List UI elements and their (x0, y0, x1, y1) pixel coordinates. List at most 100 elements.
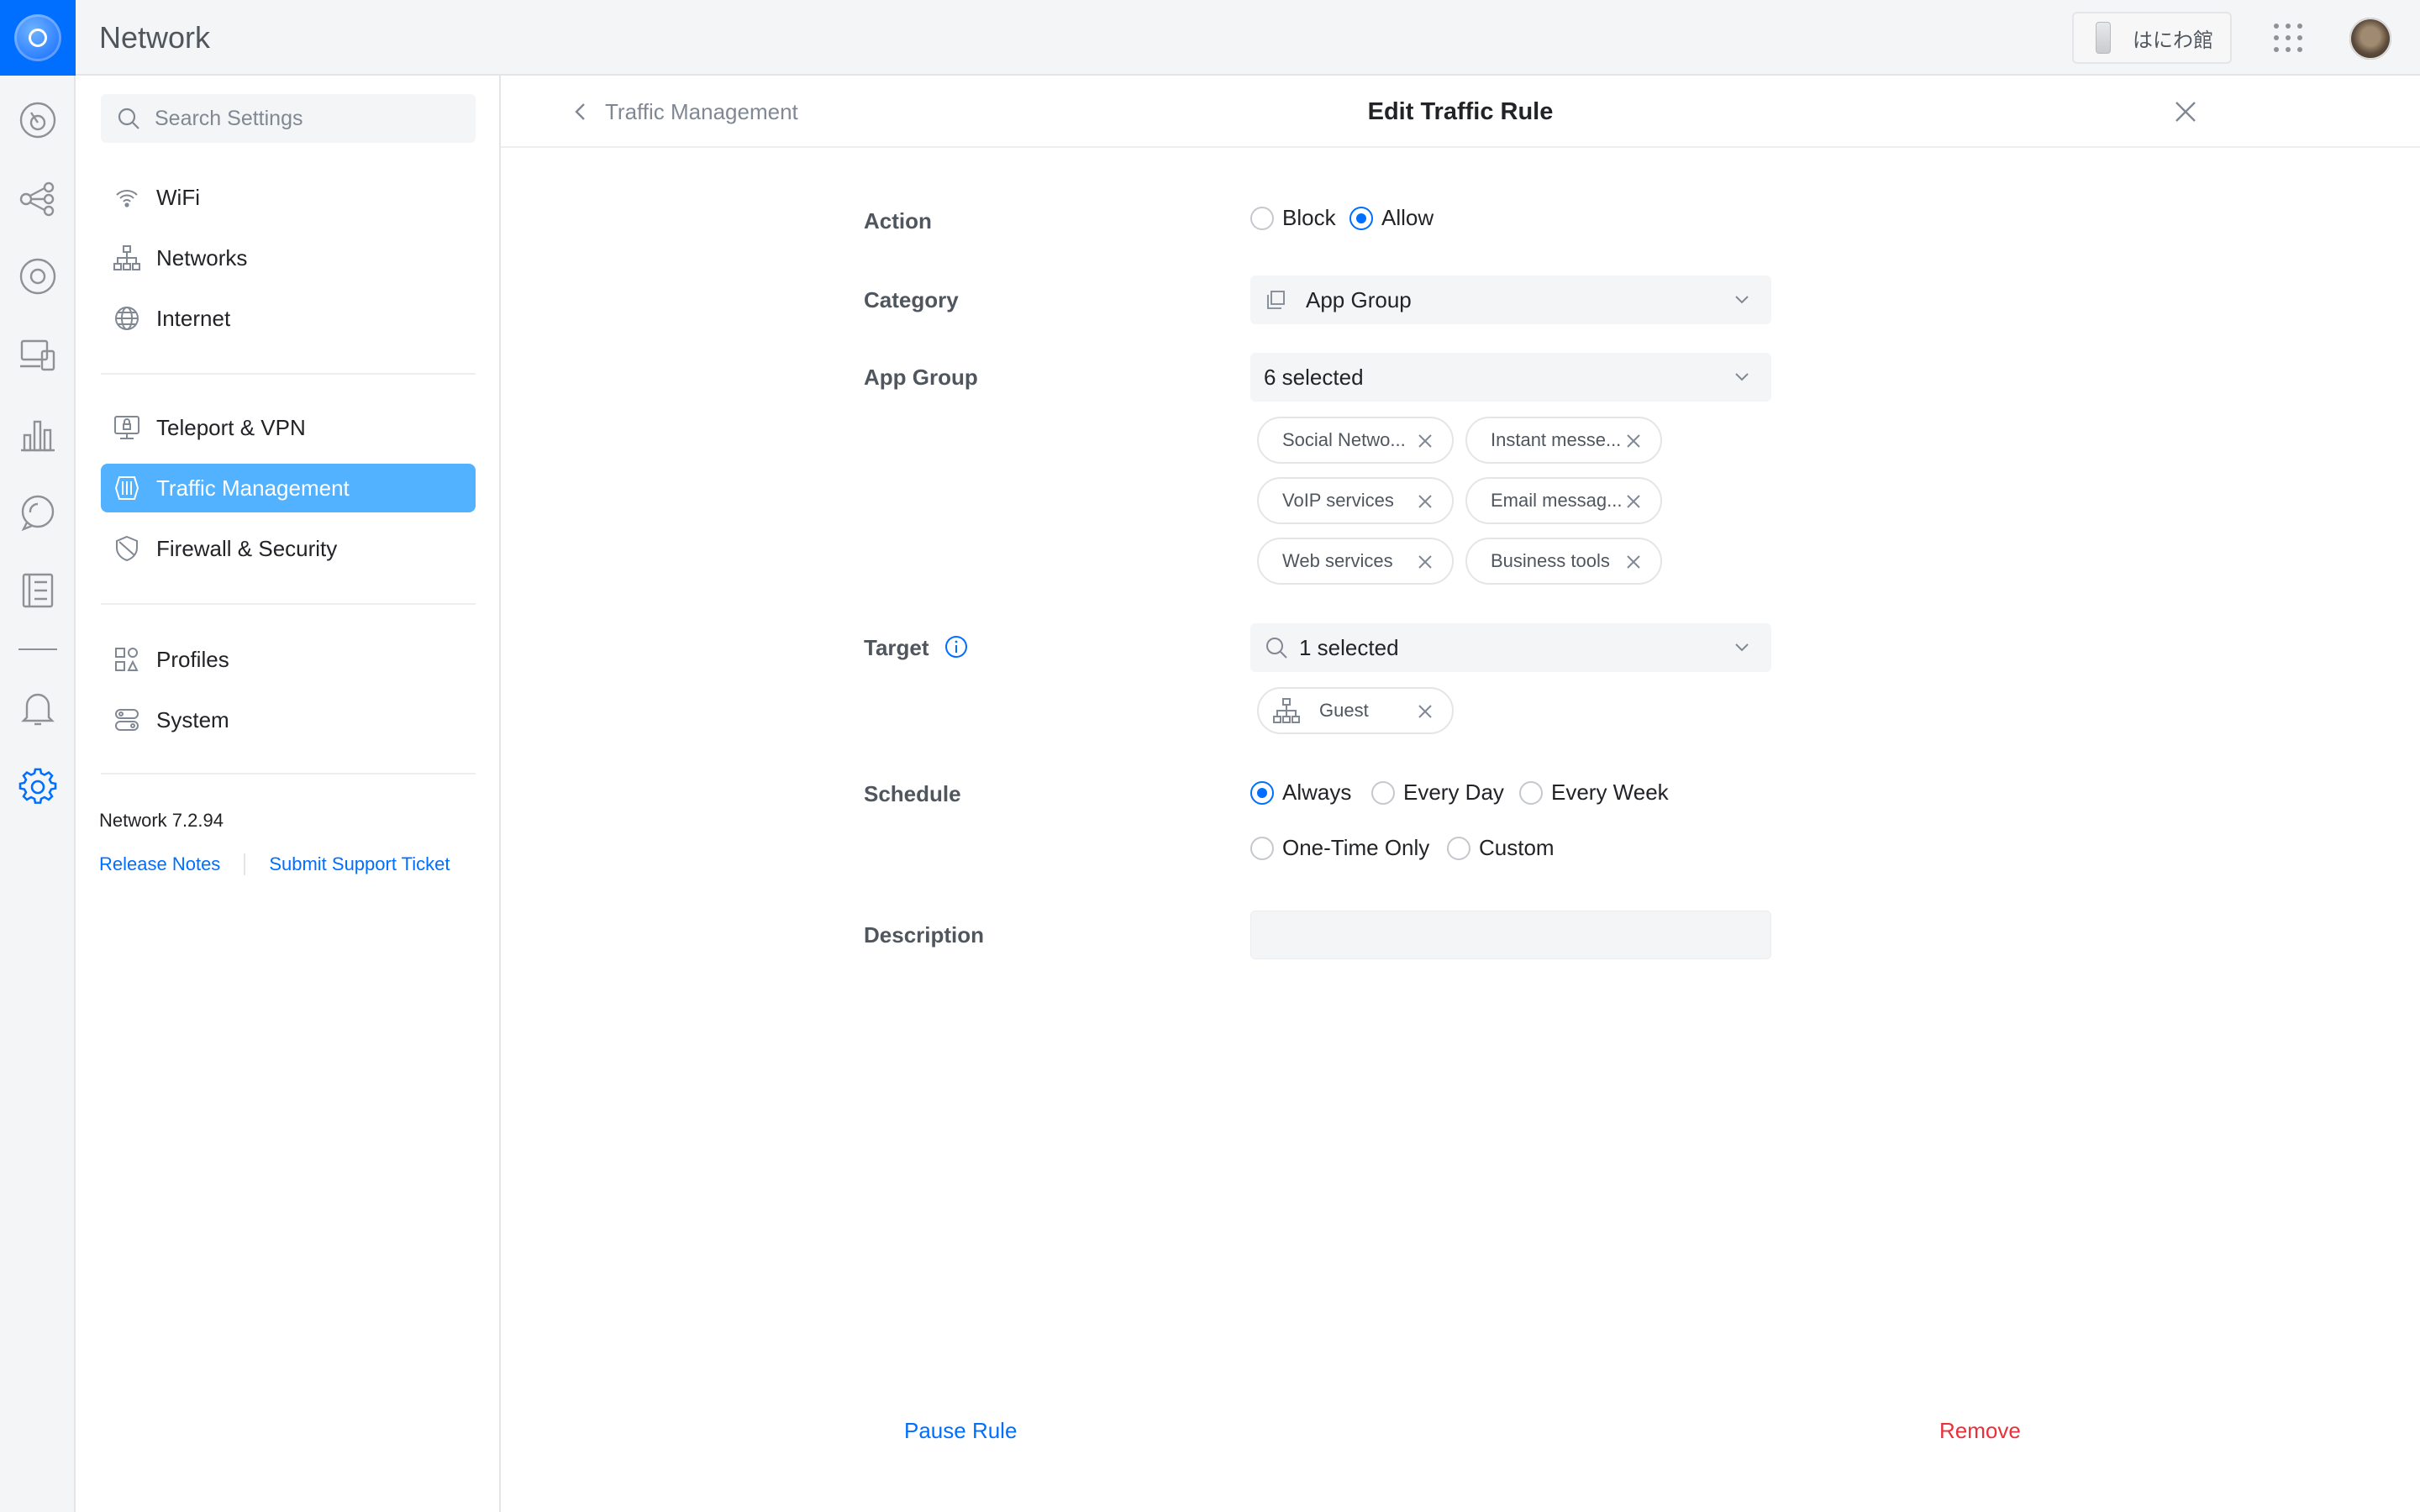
chip-label: Email messag... (1491, 490, 1623, 511)
app-group-chip: Web services (1257, 538, 1454, 585)
description-label: Description (864, 922, 985, 948)
schedule-custom-radio[interactable]: Custom (1447, 835, 1555, 861)
app-group-chip: Instant messe... (1465, 417, 1662, 464)
close-button[interactable] (2171, 97, 2200, 126)
networks-icon (113, 245, 140, 270)
networks-icon (1273, 698, 1300, 723)
chip-label: VoIP services (1282, 490, 1394, 511)
settings-icon[interactable] (18, 768, 57, 806)
remove-chip-button[interactable] (1417, 554, 1434, 570)
sidebar-item-profiles[interactable]: Profiles (101, 635, 476, 684)
radio-label: Custom (1479, 835, 1555, 860)
radio-indicator (1519, 780, 1543, 805)
globe-icon (115, 307, 139, 330)
search-input[interactable] (155, 106, 457, 131)
schedule-always-radio[interactable]: Always (1250, 780, 1351, 806)
action-allow-radio[interactable]: Allow (1349, 205, 1434, 231)
remove-rule-button[interactable]: Remove (1939, 1418, 2021, 1444)
sidebar-item-networks[interactable]: Networks (101, 234, 476, 282)
app-switcher-icon[interactable] (2272, 22, 2304, 54)
target-value: 1 selected (1299, 634, 1399, 660)
category-select[interactable]: App Group (1250, 276, 1771, 324)
sidebar-item-internet[interactable]: Internet (101, 294, 476, 343)
close-icon (2175, 102, 2196, 122)
settings-search[interactable] (101, 94, 476, 143)
close-icon (1418, 495, 1432, 508)
edit-traffic-rule-panel: Edit Traffic Rule Traffic Management Act… (501, 76, 2420, 1512)
release-notes-link[interactable]: Release Notes (99, 853, 220, 875)
sidebar-item-label: WiFi (156, 184, 200, 210)
target-select[interactable]: 1 selected (1250, 623, 1771, 672)
panel-header: Edit Traffic Rule Traffic Management (501, 76, 2420, 148)
sidebar-divider (101, 603, 476, 605)
radio-label: Every Week (1551, 780, 1669, 805)
settings-sidebar: WiFi Networks Internet Teleport & VPN Tr… (76, 76, 501, 1512)
chip-label: Web services (1282, 550, 1393, 571)
sidebar-item-teleport-vpn[interactable]: Teleport & VPN (101, 403, 476, 452)
app-title: Network (99, 20, 211, 55)
app-logo[interactable] (0, 0, 76, 76)
logs-icon[interactable] (18, 571, 57, 610)
radio-label: One-Time Only (1282, 835, 1430, 860)
search-icon (118, 108, 139, 129)
clients-icon[interactable] (18, 336, 57, 375)
target-label: Target (864, 635, 929, 660)
rail-divider (18, 648, 57, 650)
radio-label: Every Day (1403, 780, 1504, 805)
app-group-chip: VoIP services (1257, 477, 1454, 524)
radio-indicator (1349, 206, 1373, 230)
app-nav-rail (0, 76, 76, 1512)
statistics-icon[interactable] (18, 415, 57, 454)
app-group-select[interactable]: 6 selected (1250, 353, 1771, 402)
console-selector[interactable]: はにわ館 (2072, 12, 2232, 64)
sidebar-item-traffic-management[interactable]: Traffic Management (101, 464, 476, 512)
remove-chip-button[interactable] (1417, 493, 1434, 510)
user-avatar[interactable] (2349, 18, 2391, 60)
schedule-one-time-radio[interactable]: One-Time Only (1250, 835, 1429, 861)
sidebar-item-firewall-security[interactable]: Firewall & Security (101, 524, 476, 573)
remove-chip-button[interactable] (1417, 703, 1434, 720)
app-group-chip: Social Netwo... (1257, 417, 1454, 464)
radio-indicator (1447, 836, 1470, 860)
schedule-every-week-radio[interactable]: Every Week (1519, 780, 1669, 806)
remove-chip-button[interactable] (1625, 493, 1642, 510)
sidebar-divider (101, 373, 476, 375)
devices-icon[interactable] (18, 257, 57, 296)
radio-label: Block (1282, 205, 1336, 230)
sidebar-item-label: Traffic Management (156, 475, 350, 501)
console-name: はにわ館 (2133, 29, 2213, 52)
schedule-every-day-radio[interactable]: Every Day (1371, 780, 1504, 806)
insights-icon[interactable] (18, 494, 57, 533)
chevron-down-icon (1735, 296, 1749, 304)
sidebar-item-system[interactable]: System (101, 696, 476, 744)
remove-chip-button[interactable] (1625, 433, 1642, 449)
target-chip: Guest (1257, 687, 1454, 734)
chevron-left-icon (575, 103, 585, 120)
radio-indicator (1250, 780, 1274, 805)
close-icon (1627, 555, 1640, 569)
sidebar-item-label: Networks (156, 244, 248, 270)
support-ticket-link[interactable]: Submit Support Ticket (269, 853, 450, 875)
pause-rule-button[interactable]: Pause Rule (904, 1418, 1017, 1444)
sidebar-item-label: System (156, 706, 229, 732)
back-button[interactable]: Traffic Management (571, 76, 798, 148)
app-group-chip: Email messag... (1465, 477, 1662, 524)
search-icon (1266, 638, 1287, 659)
vpn-icon (114, 416, 139, 439)
topology-icon[interactable] (18, 180, 57, 218)
description-input[interactable] (1250, 911, 1771, 959)
sidebar-item-label: Internet (156, 305, 231, 331)
info-icon[interactable] (944, 635, 968, 659)
remove-chip-button[interactable] (1625, 554, 1642, 570)
remove-chip-button[interactable] (1417, 433, 1434, 449)
sidebar-divider (101, 773, 476, 774)
unifi-logo-icon (14, 14, 61, 61)
schedule-label: Schedule (864, 781, 961, 806)
radio-indicator (1250, 206, 1274, 230)
action-block-radio[interactable]: Block (1250, 205, 1336, 231)
close-icon (1627, 495, 1640, 508)
sidebar-item-wifi[interactable]: WiFi (101, 173, 476, 222)
notifications-icon[interactable] (18, 689, 57, 727)
dashboard-icon[interactable] (18, 101, 57, 139)
chip-label: Business tools (1491, 550, 1610, 571)
